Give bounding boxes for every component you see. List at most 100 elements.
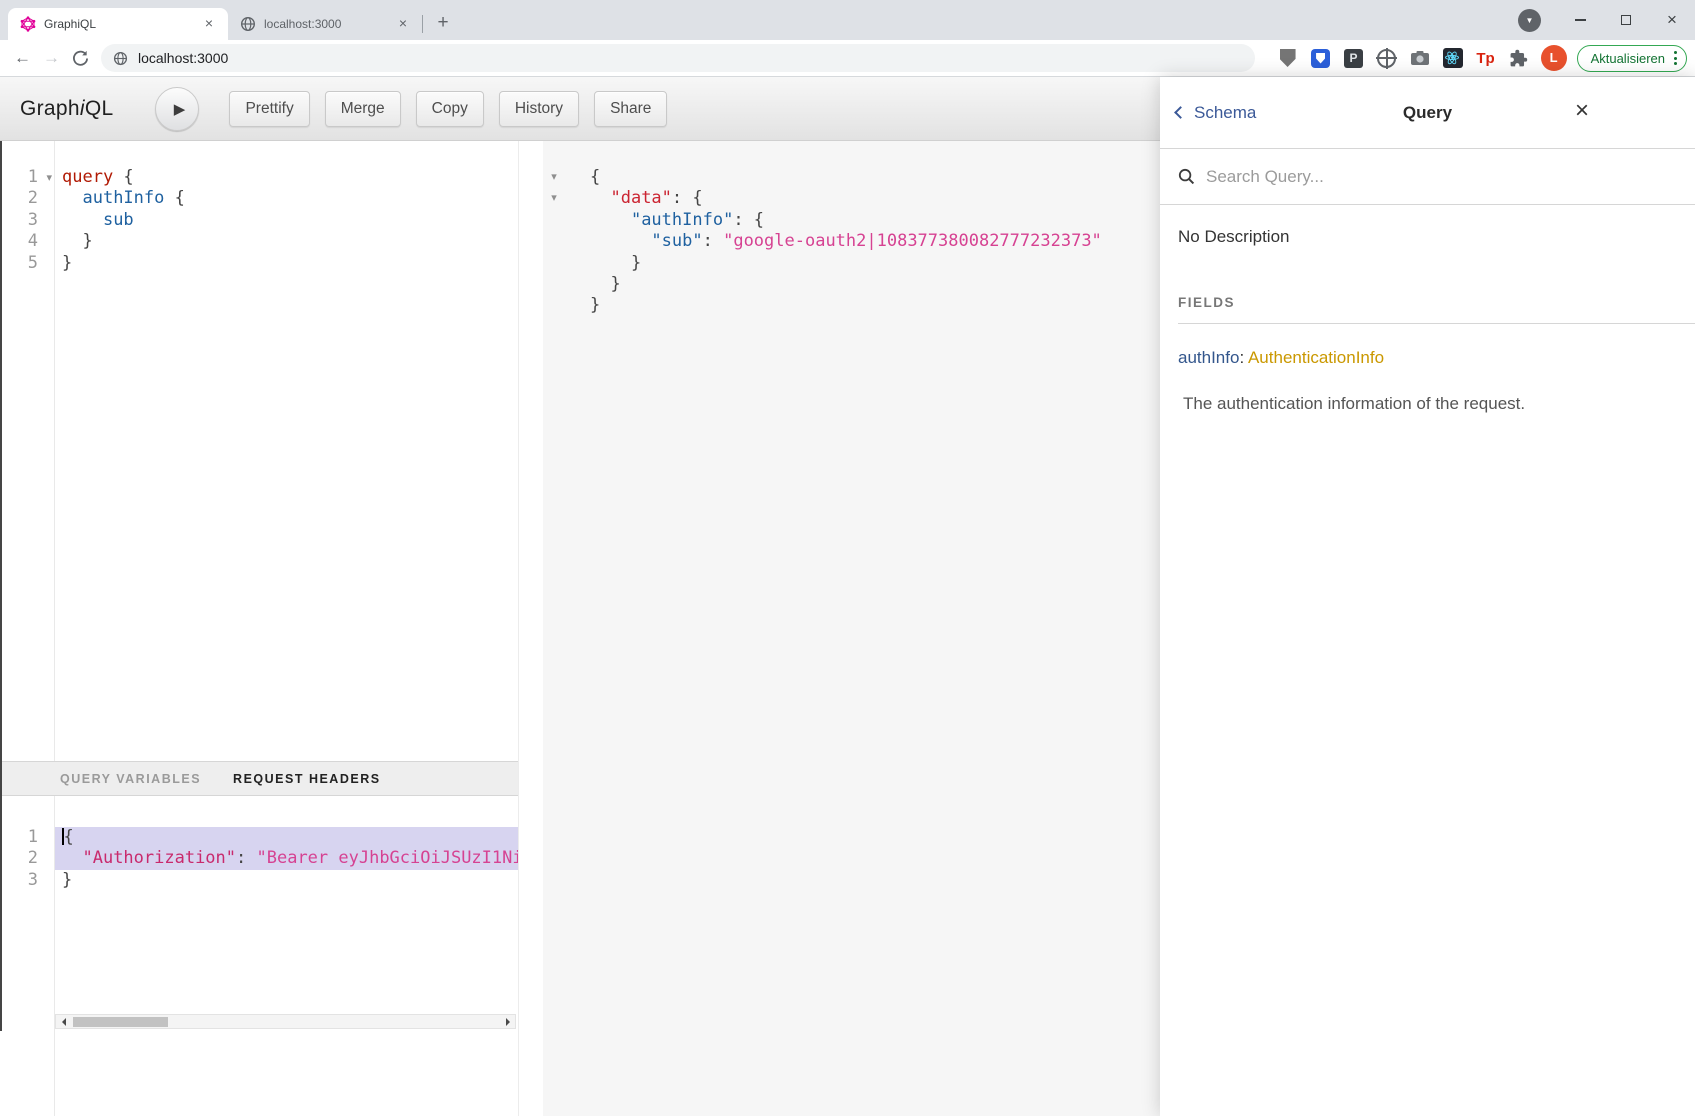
code-text: } (54, 870, 518, 891)
new-tab-button[interactable]: + (429, 10, 457, 38)
fold-arrow-icon (543, 253, 565, 274)
horizontal-scrollbar[interactable] (55, 1014, 516, 1029)
toolbar-button-share[interactable]: Share (594, 91, 667, 127)
tab-strip: GraphiQL × localhost:3000 × + ▼ × (0, 0, 1695, 40)
code-token: } (62, 231, 93, 251)
request-headers-editor[interactable]: 1{2 "Authorization": "Bearer eyJhbGciOiJ… (0, 796, 518, 1116)
minimize-button[interactable] (1557, 3, 1603, 37)
code-token: { (590, 167, 600, 187)
address-bar[interactable]: localhost:3000 (101, 44, 1255, 72)
react-devtools-extension-icon[interactable] (1441, 46, 1465, 70)
fold-arrow-icon[interactable]: ▾ (543, 188, 565, 209)
back-button[interactable]: ← (8, 44, 37, 73)
code-token: } (590, 274, 621, 294)
extensions-puzzle-icon[interactable] (1507, 46, 1531, 70)
code-token: sub (103, 210, 134, 230)
graphiql-app: GraphiQL ▶ PrettifyMergeCopyHistoryShare… (0, 77, 1695, 1116)
toolbar-button-copy[interactable]: Copy (416, 91, 484, 127)
p-extension-icon[interactable]: P (1342, 46, 1366, 70)
tampermonkey-extension-icon[interactable]: Tp (1474, 46, 1498, 70)
code-text: "authInfo": { (565, 210, 1160, 231)
scrollbar-track[interactable] (71, 1015, 500, 1028)
doc-explorer-body: No Description FIELDS authInfo: Authenti… (1160, 205, 1695, 414)
doc-search-input[interactable] (1206, 167, 1695, 187)
toolbar-button-merge[interactable]: Merge (325, 91, 401, 127)
chrome-update-icon[interactable]: ▼ (1518, 9, 1541, 32)
maximize-button[interactable] (1603, 3, 1649, 37)
code-text: authInfo { (54, 188, 518, 209)
field-type-link[interactable]: AuthenticationInfo (1248, 348, 1384, 367)
field-name-link[interactable]: authInfo (1178, 348, 1239, 367)
tab-query-variables[interactable]: QUERY VARIABLES (60, 772, 201, 786)
fold-arrow-icon (543, 295, 565, 316)
screenshot-extension-icon[interactable] (1408, 46, 1432, 70)
secondary-tab-bar: QUERY VARIABLES REQUEST HEADERS (0, 761, 518, 796)
tab-close-icon[interactable]: × (200, 15, 218, 33)
tab-request-headers[interactable]: REQUEST HEADERS (233, 772, 381, 786)
editors-area: 1▾query {2 authInfo {3 sub4 }5} QUERY VA… (0, 141, 1160, 1116)
code-token: authInfo (82, 188, 164, 208)
scroll-right-button[interactable] (500, 1015, 515, 1028)
code-line: } (519, 274, 1160, 295)
fields-divider (1178, 323, 1695, 324)
code-token (590, 231, 651, 251)
line-number: 3 (0, 210, 54, 231)
code-line: 5} (0, 253, 518, 274)
left-edge-divider (0, 141, 2, 1031)
update-chrome-button[interactable]: Aktualisieren (1577, 45, 1687, 72)
doc-title: Query (1160, 103, 1695, 123)
code-token: { (164, 188, 184, 208)
play-icon: ▶ (170, 100, 186, 118)
tab-close-icon[interactable]: × (394, 15, 412, 33)
response-viewer[interactable]: ▾{▾ "data": { "authInfo": { "sub": "goog… (519, 141, 1160, 1116)
reload-button[interactable] (66, 44, 95, 73)
code-text: "Authorization": "Bearer eyJhbGciOiJSUzI… (54, 848, 518, 869)
fold-arrow-icon[interactable]: ▾ (543, 167, 565, 188)
code-token: "Bearer eyJhbGciOiJSUzI1NiI (257, 848, 519, 868)
line-number: 2 (0, 188, 54, 209)
browser-tab-localhost[interactable]: localhost:3000 × (228, 8, 422, 40)
line-number: 2 (0, 848, 54, 869)
scroll-left-button[interactable] (56, 1015, 71, 1028)
toolbar-button-prettify[interactable]: Prettify (229, 91, 309, 127)
code-token: } (590, 253, 641, 273)
query-editor[interactable]: 1▾query {2 authInfo {3 sub4 }5} (0, 141, 518, 761)
code-line: } (519, 295, 1160, 316)
query-section: 1▾query {2 authInfo {3 sub4 }5} QUERY VA… (0, 141, 519, 1116)
field-colon: : (1239, 348, 1248, 367)
code-token: : { (672, 188, 703, 208)
fold-arrow-icon[interactable]: ▾ (46, 168, 52, 189)
ublock-extension-icon[interactable] (1276, 46, 1300, 70)
code-token (62, 210, 103, 230)
code-token: } (62, 870, 72, 890)
toolbar-button-history[interactable]: History (499, 91, 579, 127)
graphql-logo-icon (20, 16, 36, 32)
scrollbar-thumb[interactable] (73, 1017, 168, 1027)
reload-icon (72, 50, 89, 67)
picker-extension-icon[interactable] (1375, 46, 1399, 70)
code-text: query { (54, 167, 518, 188)
code-token: } (62, 253, 72, 273)
code-token: : (236, 848, 256, 868)
fields-section-header: FIELDS (1178, 295, 1695, 310)
code-token: } (590, 295, 600, 315)
forward-button[interactable]: → (37, 44, 66, 73)
code-token: "data" (610, 188, 671, 208)
doc-search-row (1160, 149, 1695, 205)
code-text: "data": { (565, 188, 1160, 209)
line-number: 5 (0, 253, 54, 274)
browser-window: GraphiQL × localhost:3000 × + ▼ × ← → (0, 0, 1695, 1116)
code-line: "authInfo": { (519, 210, 1160, 231)
code-line: ▾ "data": { (519, 188, 1160, 209)
execute-button[interactable]: ▶ (155, 87, 199, 131)
close-window-button[interactable]: × (1649, 3, 1695, 37)
window-controls: ▼ × (1518, 0, 1695, 40)
code-token: "Authorization" (82, 848, 236, 868)
code-line: 2 authInfo { (0, 188, 518, 209)
browser-menu-icon[interactable] (1674, 51, 1677, 65)
browser-tab-graphiql[interactable]: GraphiQL × (8, 8, 228, 40)
profile-avatar[interactable]: L (1541, 45, 1567, 71)
doc-close-button[interactable]: × (1575, 99, 1589, 123)
code-text: } (54, 231, 518, 252)
bitwarden-extension-icon[interactable] (1309, 46, 1333, 70)
